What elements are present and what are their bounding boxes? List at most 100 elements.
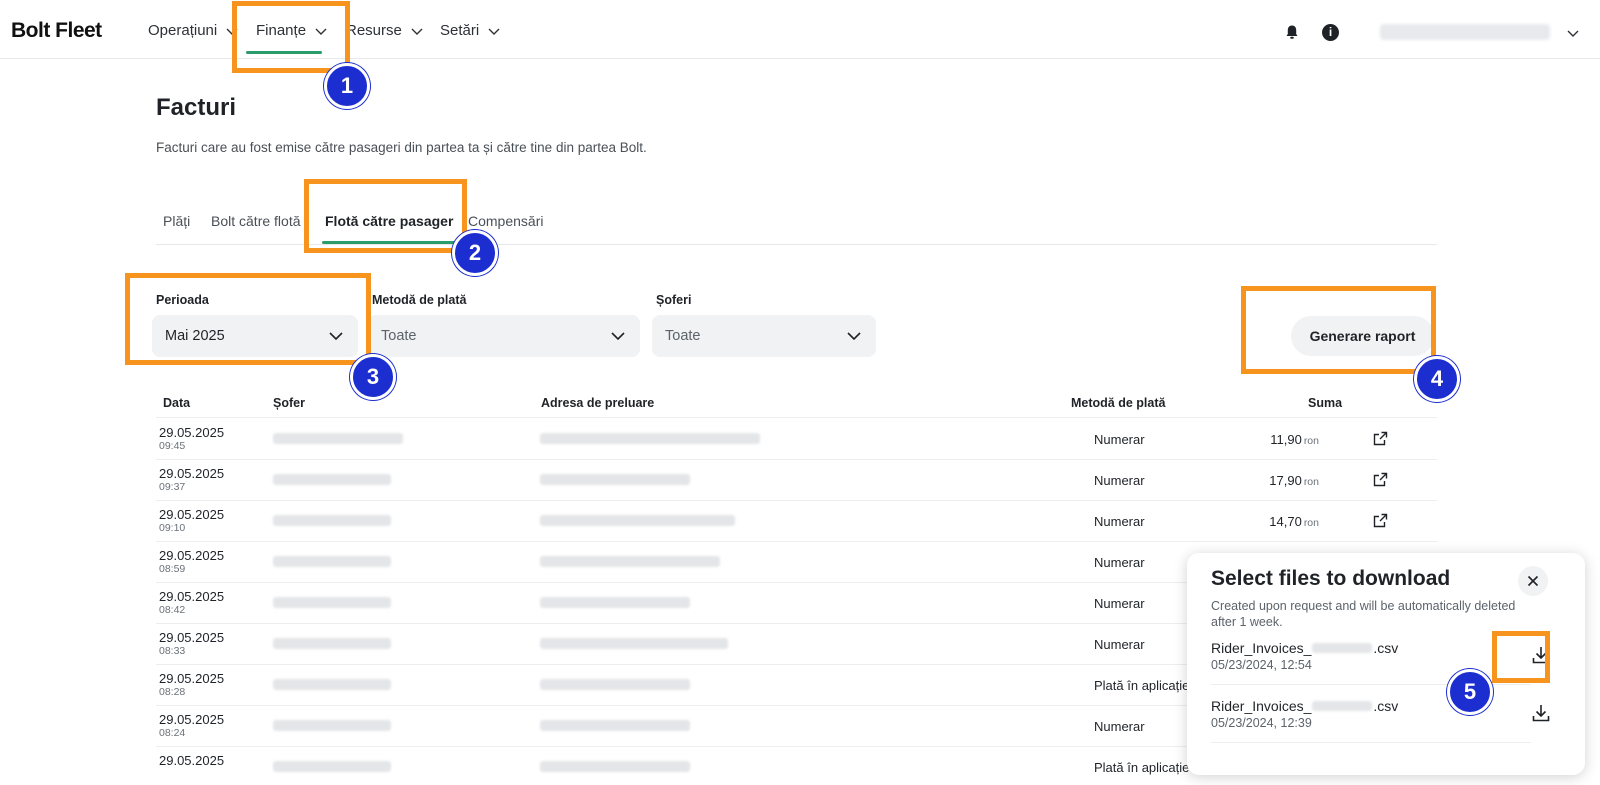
row-time: 08:59: [159, 563, 186, 575]
address-redacted: [540, 515, 735, 526]
file-item: Rider_Invoices_ .csv 05/23/2024, 12:39: [1211, 698, 1561, 744]
file-item: Rider_Invoices_ .csv 05/23/2024, 12:54: [1211, 640, 1561, 686]
row-time: 09:37: [159, 481, 186, 493]
external-link-icon[interactable]: [1373, 513, 1388, 528]
col-header-date[interactable]: Data: [163, 396, 190, 410]
driver-name-redacted: [273, 515, 391, 526]
step-badge-4: 4: [1414, 356, 1460, 402]
drivers-value: Toate: [665, 328, 701, 344]
row-payment-method: Numerar: [1094, 473, 1145, 488]
col-header-address[interactable]: Adresa de preluare: [541, 396, 654, 410]
row-time: 08:28: [159, 686, 186, 698]
info-icon[interactable]: i: [1322, 24, 1339, 41]
divider: [1211, 742, 1531, 743]
chevron-down-icon: [411, 28, 423, 35]
currency-label: ron: [1303, 476, 1319, 488]
table-row[interactable]: 29.05.2025 09:10 Numerar 14,70 ron: [156, 500, 1437, 542]
tab-active-indicator: [322, 241, 457, 244]
period-select[interactable]: Mai 2025: [152, 315, 358, 357]
download-panel: Select files to download Created upon re…: [1187, 553, 1585, 775]
row-date: 29.05.2025: [159, 548, 225, 563]
address-redacted: [540, 761, 690, 772]
drivers-label: Șoferi: [656, 293, 692, 307]
tab-plati[interactable]: Plăți: [163, 213, 190, 229]
payment-method-select[interactable]: Toate: [368, 315, 640, 357]
chevron-down-icon: [315, 28, 327, 35]
chevron-down-icon: [329, 332, 343, 341]
row-payment-method: Numerar: [1094, 514, 1145, 529]
row-time: 09:45: [159, 440, 186, 452]
tab-bolt-catre-flota[interactable]: Bolt către flotă: [211, 213, 301, 229]
driver-name-redacted: [273, 474, 391, 485]
row-date: 29.05.2025: [159, 589, 225, 604]
account-name-redacted[interactable]: [1380, 24, 1550, 40]
row-date: 29.05.2025: [159, 753, 225, 768]
nav-item-setari[interactable]: Setări: [440, 22, 501, 39]
row-date: 29.05.2025: [159, 630, 225, 645]
external-link-icon[interactable]: [1373, 431, 1388, 446]
currency-label: ron: [1303, 435, 1319, 447]
row-date: 29.05.2025: [159, 425, 225, 440]
invoice-tabs: Plăți Bolt către flotă Flotă către pasag…: [156, 200, 1437, 245]
tab-flota-catre-pasager[interactable]: Flotă către pasager: [325, 213, 453, 229]
download-icon[interactable]: [1530, 644, 1552, 666]
col-header-driver[interactable]: Șofer: [273, 396, 305, 410]
close-button[interactable]: [1518, 566, 1548, 596]
bell-icon[interactable]: [1284, 24, 1300, 40]
col-header-sum[interactable]: Suma: [1308, 396, 1342, 410]
step-badge-1: 1: [324, 63, 370, 109]
driver-name-redacted: [273, 556, 391, 567]
nav-item-operatiuni[interactable]: Operațiuni: [148, 22, 239, 39]
period-label: Perioada: [156, 293, 209, 307]
nav-item-resurse[interactable]: Resurse: [346, 22, 424, 39]
row-time: 08:24: [159, 727, 186, 739]
drivers-select[interactable]: Toate: [652, 315, 876, 357]
row-date: 29.05.2025: [159, 507, 225, 522]
address-redacted: [540, 597, 690, 608]
page-subtitle: Facturi care au fost emise către pasager…: [156, 140, 647, 155]
nav-item-label: Setări: [440, 22, 480, 39]
address-redacted: [540, 556, 720, 567]
row-payment-method: Numerar: [1094, 637, 1145, 652]
col-header-payment-method[interactable]: Metodă de plată: [1071, 396, 1165, 410]
file-name-redacted: [1312, 643, 1373, 653]
nav-item-label: Resurse: [346, 22, 402, 39]
row-sum: 11,90 ron: [1270, 432, 1319, 447]
chevron-down-icon: [488, 28, 500, 35]
chevron-down-icon: [226, 28, 238, 35]
address-redacted: [540, 679, 690, 690]
page-title: Facturi: [156, 94, 237, 121]
download-icon[interactable]: [1530, 702, 1552, 724]
row-date: 29.05.2025: [159, 671, 225, 686]
table-row[interactable]: 29.05.2025 09:37 Numerar 17,90 ron: [156, 459, 1437, 501]
row-time: 09:10: [159, 522, 186, 534]
step-badge-2: 2: [452, 230, 498, 276]
generate-report-button[interactable]: Generare raport: [1291, 316, 1434, 356]
row-time: 08:42: [159, 604, 186, 616]
tab-compensari[interactable]: Compensări: [468, 213, 543, 229]
chevron-down-icon: [611, 332, 625, 341]
download-panel-title: Select files to download: [1211, 567, 1451, 590]
table-row[interactable]: 29.05.2025 09:45 Numerar 11,90 ron: [156, 418, 1437, 460]
row-payment-method: Numerar: [1094, 596, 1145, 611]
external-link-icon[interactable]: [1373, 472, 1388, 487]
step-badge-5: 5: [1447, 669, 1493, 715]
file-date: 05/23/2024, 12:54: [1211, 658, 1312, 672]
address-redacted: [540, 433, 760, 444]
row-payment-method: Numerar: [1094, 432, 1145, 447]
period-value: Mai 2025: [165, 328, 225, 344]
row-payment-method: Numerar: [1094, 719, 1145, 734]
nav-item-finante[interactable]: Finanțe: [256, 22, 328, 39]
currency-label: ron: [1303, 517, 1319, 529]
chevron-down-icon[interactable]: [1566, 26, 1580, 40]
nav-item-label: Operațiuni: [148, 22, 218, 39]
payment-method-value: Toate: [381, 328, 417, 344]
driver-name-redacted: [273, 720, 391, 731]
file-name-redacted: [1312, 701, 1373, 711]
row-sum: 14,70 ron: [1269, 514, 1319, 529]
row-date: 29.05.2025: [159, 712, 225, 727]
driver-name-redacted: [273, 638, 391, 649]
address-redacted: [540, 474, 690, 485]
bolt-fleet-logo[interactable]: Bolt Fleet: [11, 19, 102, 43]
top-navigation: Bolt Fleet Operațiuni Finanțe Resurse Se…: [0, 0, 1600, 59]
